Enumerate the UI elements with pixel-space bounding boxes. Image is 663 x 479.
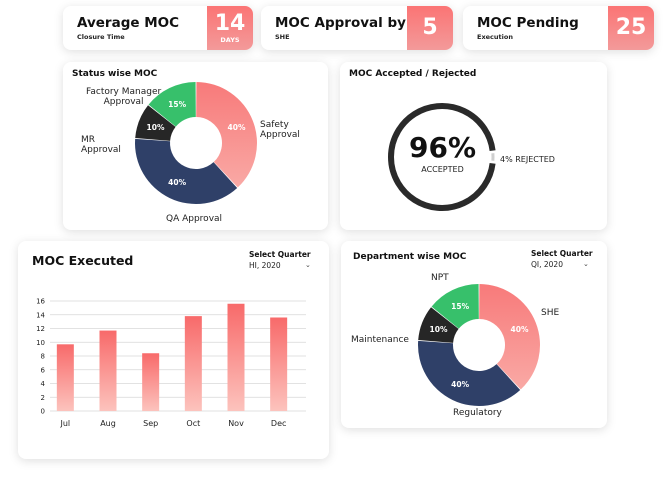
department-wise-card: Department wise MOC Select Quarter QI, 2… <box>341 241 607 428</box>
slice-value-label: 10% <box>430 325 448 334</box>
label-she: SHE <box>541 308 560 318</box>
slice-value-label: 15% <box>451 302 469 311</box>
kpi-moc-approval[interactable]: MOC Approval by SHE 5 <box>261 6 453 50</box>
kpi-title: Average MOC <box>77 15 180 31</box>
label-maintenance: Maintenance <box>351 335 409 345</box>
kpi-value: 5 <box>422 15 438 40</box>
bar <box>184 316 202 411</box>
kpi-value-box: 25 <box>608 6 654 50</box>
y-tick-label: 10 <box>36 339 45 347</box>
y-tick-label: 14 <box>36 311 45 319</box>
label-npt: NPT <box>431 273 449 283</box>
y-tick-label: 12 <box>36 325 45 333</box>
kpi-average-moc[interactable]: Average MOC Closure Time 14 DAYS <box>63 6 253 50</box>
y-tick-label: 4 <box>41 380 46 388</box>
kpi-value: 14 <box>214 11 246 36</box>
kpi-subtitle: Execution <box>477 33 513 41</box>
kpi-value: 25 <box>615 15 647 40</box>
y-tick-label: 2 <box>41 394 45 402</box>
slice-value-label: 40% <box>228 123 246 132</box>
slice-value-label: 40% <box>451 380 469 389</box>
kpi-value-box: 14 DAYS <box>207 6 253 50</box>
x-tick-label: Nov <box>228 419 244 428</box>
y-tick-label: 16 <box>36 298 45 306</box>
accepted-caption: ACCEPTED <box>421 165 464 174</box>
slice-value-label: 10% <box>147 123 165 132</box>
x-tick-label: Dec <box>271 419 286 428</box>
label-qa-approval: QA Approval <box>166 214 223 224</box>
bar <box>99 330 117 411</box>
slice-value-label: 15% <box>168 100 186 109</box>
kpi-unit: DAYS <box>220 36 240 44</box>
accepted-rejected-card: MOC Accepted / Rejected 96% ACCEPTED 4% … <box>340 62 607 230</box>
kpi-title: MOC Pending <box>477 15 579 31</box>
y-tick-label: 8 <box>41 353 45 361</box>
bar <box>227 303 245 411</box>
bar <box>270 317 288 411</box>
x-tick-label: Aug <box>100 419 116 428</box>
x-tick-label: Oct <box>186 419 200 428</box>
slice-value-label: 40% <box>511 325 529 334</box>
y-tick-label: 6 <box>41 366 46 374</box>
moc-executed-bar-chart: 0 2 4 6 8 10 12 14 16 Jul Aug Sep Oct Nov Dec <box>36 298 306 428</box>
label-mr-approval: MR Approval <box>81 135 121 155</box>
kpi-subtitle: Closure Time <box>77 33 125 41</box>
kpi-value-box: 5 <box>407 6 453 50</box>
x-tick-label: Sep <box>143 419 158 428</box>
label-factory-manager-approval: Factory Manager Approval <box>86 87 162 107</box>
y-tick-label: 0 <box>41 408 45 416</box>
bar <box>142 353 160 411</box>
moc-executed-card: MOC Executed Select Quarter HI, 2020 ⌄ 0… <box>18 241 329 459</box>
slice-value-label: 40% <box>168 178 186 187</box>
kpi-title: MOC Approval by <box>275 15 406 31</box>
label-safety-approval: Safety Approval <box>260 120 300 140</box>
rejected-label: 4% REJECTED <box>500 155 555 164</box>
bar <box>56 344 74 411</box>
accepted-percent: 96% <box>408 131 477 164</box>
kpi-moc-pending[interactable]: MOC Pending Execution 25 <box>463 6 654 50</box>
status-wise-card: Status wise MOC 40% 40% 10% 15% Factory Man… <box>63 62 328 230</box>
label-regulatory: Regulatory <box>453 408 502 418</box>
x-tick-label: Jul <box>60 419 71 428</box>
kpi-subtitle: SHE <box>275 33 290 41</box>
